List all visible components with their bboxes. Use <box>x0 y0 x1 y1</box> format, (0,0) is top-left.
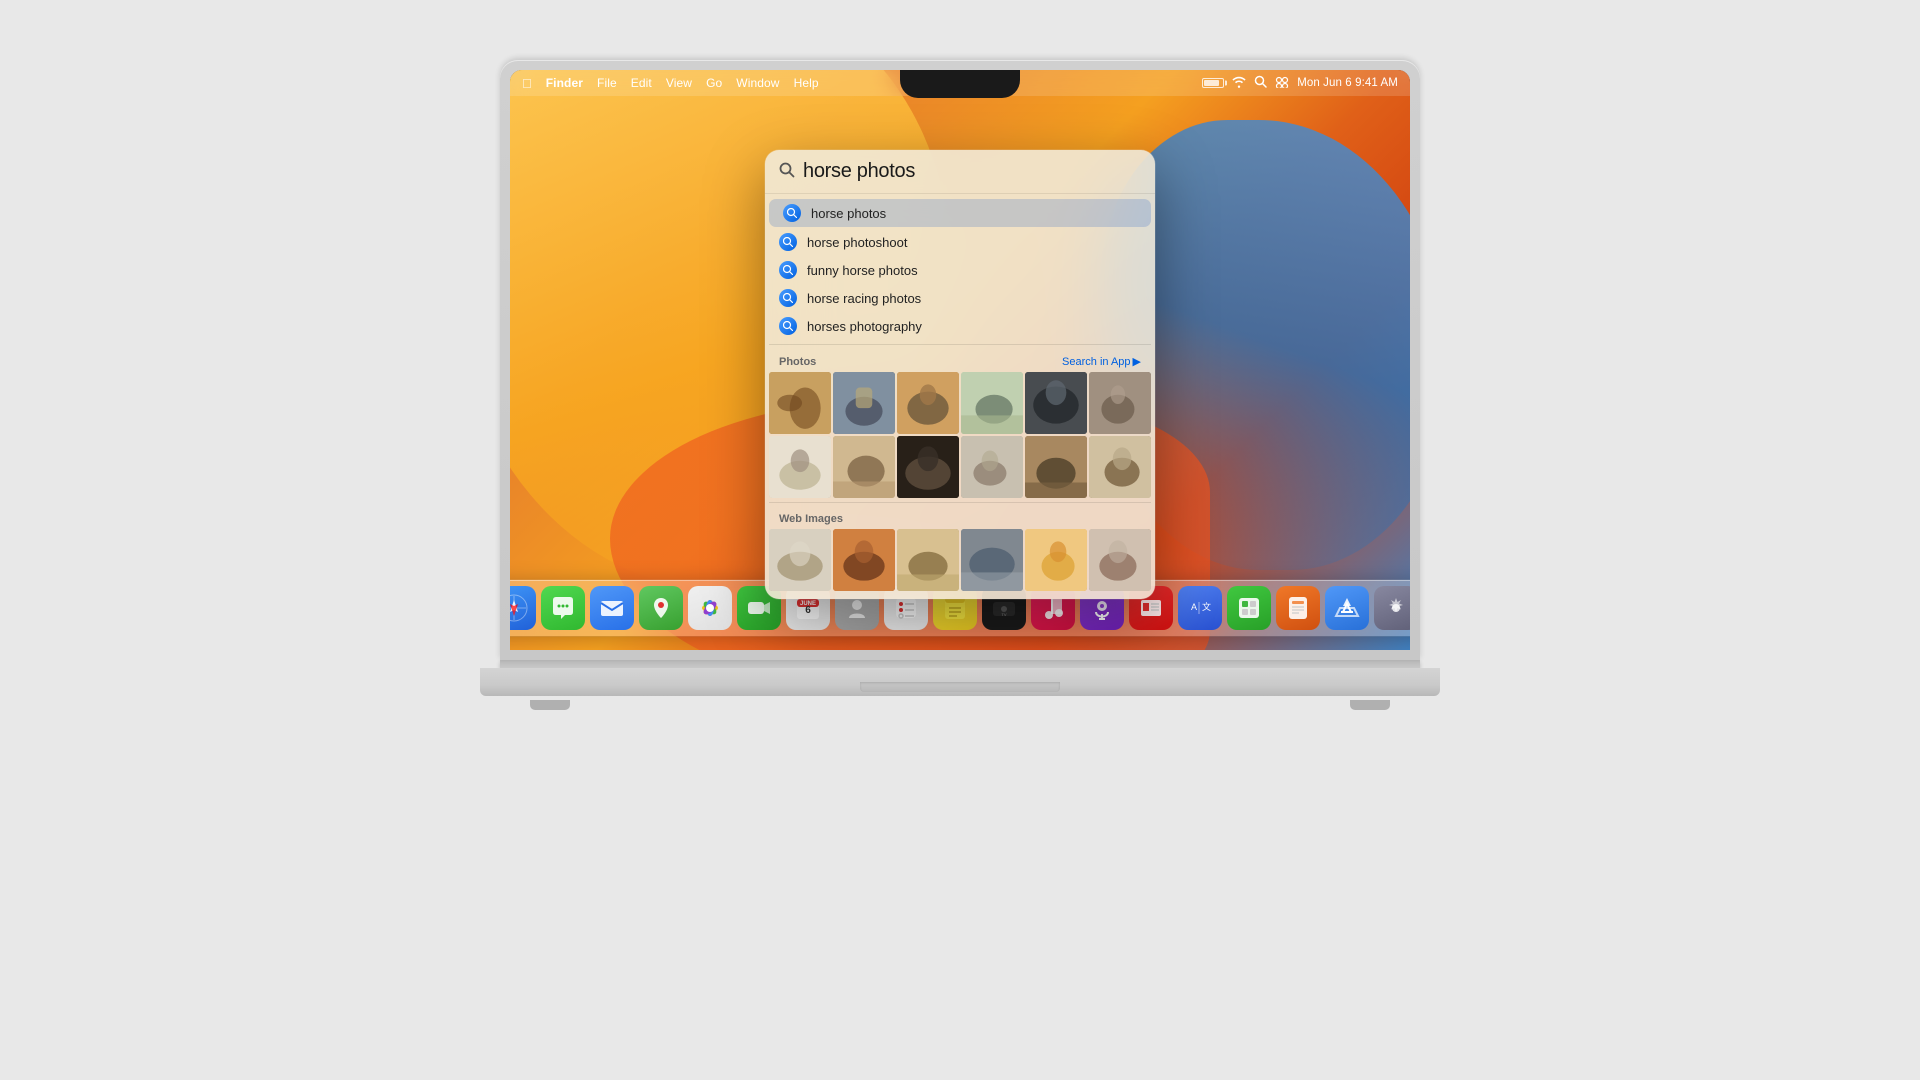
macbook-hinge <box>500 660 1420 668</box>
suggestion-text-1: horse photos <box>811 206 886 221</box>
photo-thumb-2[interactable] <box>833 372 895 434</box>
suggestion-item-1[interactable]: horse photos <box>769 199 1151 227</box>
suggestion-item-3[interactable]: funny horse photos <box>765 256 1155 284</box>
spotlight-suggestions: horse photos horse photoshoot <box>765 194 1155 344</box>
menubar-clock: Mon Jun 6 9:41 AM <box>1297 77 1398 89</box>
suggestion-text-4: horse racing photos <box>807 291 921 306</box>
photo-thumb-9[interactable] <box>897 436 959 498</box>
web-photo-thumb-4[interactable] <box>961 529 1023 591</box>
web-photo-thumb-3[interactable] <box>897 529 959 591</box>
menubar-finder[interactable]: Finder <box>546 76 583 90</box>
dock-icon-numbers[interactable] <box>1227 586 1271 630</box>
dock-icon-mail[interactable] <box>590 586 634 630</box>
menubar-view[interactable]: View <box>666 76 692 90</box>
web-images-section-title: Web Images <box>779 513 843 525</box>
web-photos-grid <box>765 529 1155 599</box>
suggestion-icon-5 <box>779 317 797 335</box>
suggestion-text-5: horses photography <box>807 319 922 334</box>
photo-thumb-5[interactable] <box>1025 372 1087 434</box>
photo-thumb-6[interactable] <box>1089 372 1151 434</box>
suggestion-icon-2 <box>779 233 797 251</box>
svg-text:JUNE: JUNE <box>800 601 816 607</box>
web-photo-thumb-1[interactable] <box>769 529 831 591</box>
svg-text:文: 文 <box>1202 601 1211 612</box>
search-in-app-arrow: ▶ <box>1133 355 1141 368</box>
photos-section: Photos Search in App ▶ <box>765 345 1155 502</box>
battery-fill <box>1204 80 1218 86</box>
macbook-feet <box>500 696 1420 710</box>
spotlight-search: horse photos horse photos <box>765 150 1155 599</box>
menubar-left:  Finder File Edit View Go Window Help <box>522 76 819 91</box>
foot-left <box>530 700 570 710</box>
menubar-file[interactable]: File <box>597 76 617 90</box>
svg-text:A: A <box>1191 602 1197 612</box>
spotlight-input-text[interactable]: horse photos <box>803 160 915 183</box>
web-images-section-header: Web Images <box>765 507 1155 529</box>
photos-section-header: Photos Search in App ▶ <box>765 349 1155 372</box>
apple-logo-icon[interactable]:  <box>522 76 532 91</box>
dock-icon-maps[interactable] <box>639 586 683 630</box>
menubar-window[interactable]: Window <box>736 76 779 90</box>
web-photo-thumb-5[interactable] <box>1025 529 1087 591</box>
suggestion-icon-3 <box>779 261 797 279</box>
battery-icon <box>1202 78 1224 88</box>
suggestion-text-2: horse photoshoot <box>807 235 907 250</box>
trackpad-ridge <box>860 682 1060 692</box>
screen-bezel:  Finder File Edit View Go Window Help <box>510 70 1410 650</box>
dock-icon-safari[interactable] <box>510 586 536 630</box>
web-photo-thumb-2[interactable] <box>833 529 895 591</box>
menubar-help[interactable]: Help <box>794 76 819 90</box>
screen:  Finder File Edit View Go Window Help <box>510 70 1410 650</box>
photos-grid <box>765 372 1155 502</box>
svg-text:TV: TV <box>1001 612 1006 617</box>
photo-thumb-7[interactable] <box>769 436 831 498</box>
menubar-right: Mon Jun 6 9:41 AM <box>1202 75 1398 91</box>
foot-right <box>1350 700 1390 710</box>
suggestion-icon-4 <box>779 289 797 307</box>
macbook-device:  Finder File Edit View Go Window Help <box>500 60 1420 1020</box>
photo-thumb-12[interactable] <box>1089 436 1151 498</box>
photo-thumb-10[interactable] <box>961 436 1023 498</box>
photo-thumb-4[interactable] <box>961 372 1023 434</box>
menubar-go[interactable]: Go <box>706 76 722 90</box>
suggestion-item-2[interactable]: horse photoshoot <box>765 228 1155 256</box>
suggestion-item-5[interactable]: horses photography <box>765 312 1155 340</box>
web-photo-thumb-6[interactable] <box>1089 529 1151 591</box>
dock-icon-translate[interactable]: A 文 <box>1178 586 1222 630</box>
dock-icon-appstore[interactable] <box>1325 586 1369 630</box>
dock-icon-messages[interactable] <box>541 586 585 630</box>
photo-thumb-1[interactable] <box>769 372 831 434</box>
search-menubar-icon[interactable] <box>1254 75 1267 91</box>
suggestion-text-3: funny horse photos <box>807 263 918 278</box>
photos-section-title: Photos <box>779 356 816 368</box>
notch <box>900 70 1020 98</box>
dock-icon-systemprefs[interactable] <box>1374 586 1410 630</box>
photo-thumb-11[interactable] <box>1025 436 1087 498</box>
spotlight-search-icon <box>779 162 795 182</box>
menubar-edit[interactable]: Edit <box>631 76 652 90</box>
photo-thumb-3[interactable] <box>897 372 959 434</box>
suggestion-icon-1 <box>783 204 801 222</box>
dock-icon-photos[interactable] <box>688 586 732 630</box>
macbook-lid:  Finder File Edit View Go Window Help <box>500 60 1420 660</box>
control-center-icon[interactable] <box>1275 76 1289 91</box>
web-images-section: Web Images <box>765 503 1155 599</box>
dock-icon-pages[interactable] <box>1276 586 1320 630</box>
photo-thumb-8[interactable] <box>833 436 895 498</box>
wifi-icon[interactable] <box>1232 76 1246 91</box>
photos-search-in-app[interactable]: Search in App ▶ <box>1062 355 1141 368</box>
macbook-base <box>480 668 1440 696</box>
spotlight-search-bar[interactable]: horse photos <box>765 150 1155 194</box>
suggestion-item-4[interactable]: horse racing photos <box>765 284 1155 312</box>
